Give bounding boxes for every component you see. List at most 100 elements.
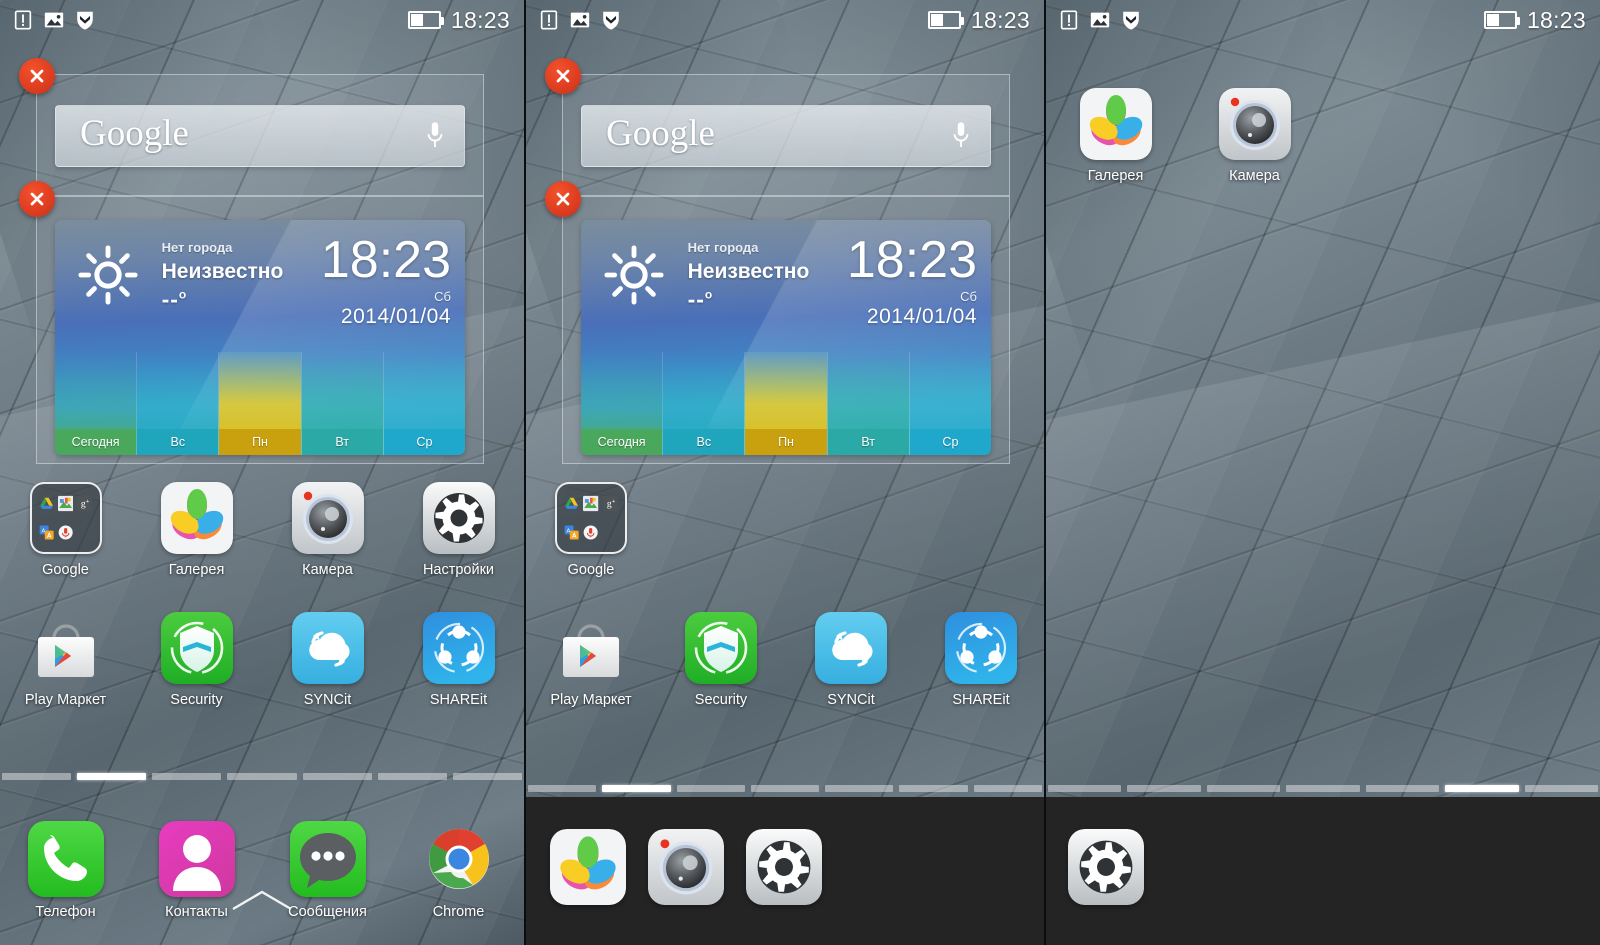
weather-clock-widget[interactable]: Нет города Неизвестно --o 18:23 Сб 2014/… (581, 220, 991, 455)
weather-widget-frame[interactable]: Нет города Неизвестно --o 18:23 Сб 2014/… (545, 181, 1010, 464)
page-indicator[interactable] (1046, 785, 1600, 792)
forecast-label: Вт (335, 435, 350, 449)
page-dot[interactable] (899, 785, 968, 792)
page-dot-active[interactable] (602, 785, 671, 792)
translate-icon (39, 520, 54, 545)
page-dot[interactable] (1206, 785, 1281, 792)
page-dot[interactable] (750, 785, 820, 792)
phone-handset-icon (28, 821, 104, 897)
app-icon-security[interactable]: Security (131, 612, 262, 708)
page-dot[interactable] (973, 785, 1042, 792)
app-icon-gallery[interactable]: Галерея (1046, 88, 1185, 184)
page-dot[interactable] (1365, 785, 1440, 792)
dock-icon-gallery[interactable] (550, 829, 626, 905)
weather-widget-frame[interactable]: Нет города Неизвестно --o 18:23 Сб 2014/… (19, 181, 484, 464)
security-shield-icon (1123, 11, 1139, 30)
page-dot[interactable] (1048, 785, 1122, 792)
forecast-column[interactable]: Сегодня (55, 351, 137, 455)
google-plus-icon (603, 491, 618, 516)
page-dot[interactable] (676, 785, 745, 792)
app-icon-camera[interactable]: Камера (1185, 88, 1324, 184)
google-search-widget-frame[interactable]: Google (545, 58, 1010, 196)
widget-day-of-week: Сб (960, 289, 977, 305)
app-icon-syncit[interactable]: SYNCit (262, 612, 393, 708)
forecast-column[interactable]: Вт (826, 351, 909, 455)
page-dot-active[interactable] (1445, 785, 1519, 792)
forecast-column[interactable]: Вс (662, 351, 745, 455)
page-dot[interactable] (1286, 785, 1360, 792)
dock-icon-chrome[interactable]: Chrome (393, 795, 524, 945)
gallery-flower-icon (161, 482, 233, 554)
page-dot[interactable] (825, 785, 894, 792)
screenshot-root: 18:23 Google Нет города Неизвестно --o 1… (0, 0, 1600, 945)
app-icon-syncit[interactable]: SYNCit (786, 612, 916, 708)
chevron-up-icon[interactable] (231, 889, 293, 911)
app-icon-shareit[interactable]: SHAREit (916, 612, 1044, 708)
app-icon-google-folder[interactable]: Google (0, 482, 131, 578)
weather-degree-symbol: o (704, 287, 714, 302)
drive-icon (564, 491, 579, 516)
weather-temp-value: -- (687, 286, 705, 312)
google-search-widget[interactable]: Google (581, 105, 991, 167)
security-shield-icon (603, 11, 619, 30)
security-shield-icon (161, 612, 233, 684)
forecast-column[interactable]: Пн (744, 351, 827, 455)
page-dot[interactable] (227, 773, 297, 780)
dock-icon-settings[interactable] (746, 829, 822, 905)
weather-temperature: --o (688, 286, 836, 313)
forecast-column[interactable]: Вс (136, 351, 219, 455)
app-icon-play-store[interactable]: Play Маркет (0, 612, 131, 708)
remove-google-widget-button[interactable] (19, 58, 55, 94)
app-label: Галерея (1087, 168, 1144, 184)
forecast-label: Вс (170, 435, 186, 449)
remove-google-widget-button[interactable] (545, 58, 581, 94)
page-dot[interactable] (377, 773, 447, 780)
weather-clock-widget[interactable]: Нет города Неизвестно --o 18:23 Сб 2014/… (55, 220, 465, 455)
app-icon-camera[interactable]: Камера (262, 482, 393, 578)
page-dot[interactable] (152, 773, 222, 780)
google-search-widget[interactable]: Google (55, 105, 465, 167)
app-icon-settings[interactable]: Настройки (393, 482, 524, 578)
page-dot[interactable] (302, 773, 372, 780)
page-dot-active[interactable] (77, 773, 147, 780)
dock-icon-contacts[interactable]: Контакты (131, 795, 262, 945)
forecast-column[interactable]: Вт (300, 351, 383, 455)
forecast-column[interactable]: Ср (908, 351, 991, 455)
weather-temperature: --o (162, 286, 310, 313)
page-dot[interactable] (1127, 785, 1201, 792)
google-search-widget-frame[interactable]: Google (19, 58, 484, 196)
page-indicator[interactable] (0, 773, 524, 780)
google-plus-icon (77, 491, 92, 516)
page-dot[interactable] (1524, 785, 1598, 792)
page-indicator[interactable] (526, 785, 1044, 792)
dock-icon-phone[interactable]: Телефон (0, 795, 131, 945)
app-icon-security[interactable]: Security (656, 612, 786, 708)
page-dot[interactable] (452, 773, 522, 780)
forecast-column[interactable]: Ср (382, 351, 465, 455)
app-icon-shareit[interactable]: SHAREit (393, 612, 524, 708)
google-logo-text: Google (80, 113, 189, 154)
remove-weather-widget-button[interactable] (545, 181, 581, 217)
page-dot[interactable] (528, 785, 597, 792)
microphone-icon[interactable] (950, 120, 972, 152)
page-dot[interactable] (2, 773, 72, 780)
app-grid-row-2: Play Маркет Security SYNCit SHAREit (0, 612, 524, 708)
dock-label: Chrome (432, 903, 485, 920)
close-x-icon (556, 192, 570, 206)
forecast-column[interactable]: Сегодня (581, 351, 663, 455)
app-icon-play-store[interactable]: Play Маркет (526, 612, 656, 708)
camera-lens-icon (648, 829, 724, 905)
forecast-column[interactable]: Пн (218, 351, 301, 455)
dock-icon-camera[interactable] (648, 829, 724, 905)
app-label: SHAREit (952, 692, 1010, 708)
dock-icon-messages[interactable]: Сообщения (262, 795, 393, 945)
dock-icon-settings[interactable] (1068, 829, 1144, 905)
shareit-share-icon (423, 612, 495, 684)
forecast-label: Пн (778, 435, 794, 449)
microphone-icon[interactable] (424, 120, 446, 152)
shareit-share-icon (945, 612, 1017, 684)
app-icon-google-folder[interactable]: Google (526, 482, 656, 578)
remove-weather-widget-button[interactable] (19, 181, 55, 217)
weather-forecast-row: Сегодня Вс Пн Вт Ср (55, 351, 465, 455)
app-icon-gallery[interactable]: Галерея (131, 482, 262, 578)
